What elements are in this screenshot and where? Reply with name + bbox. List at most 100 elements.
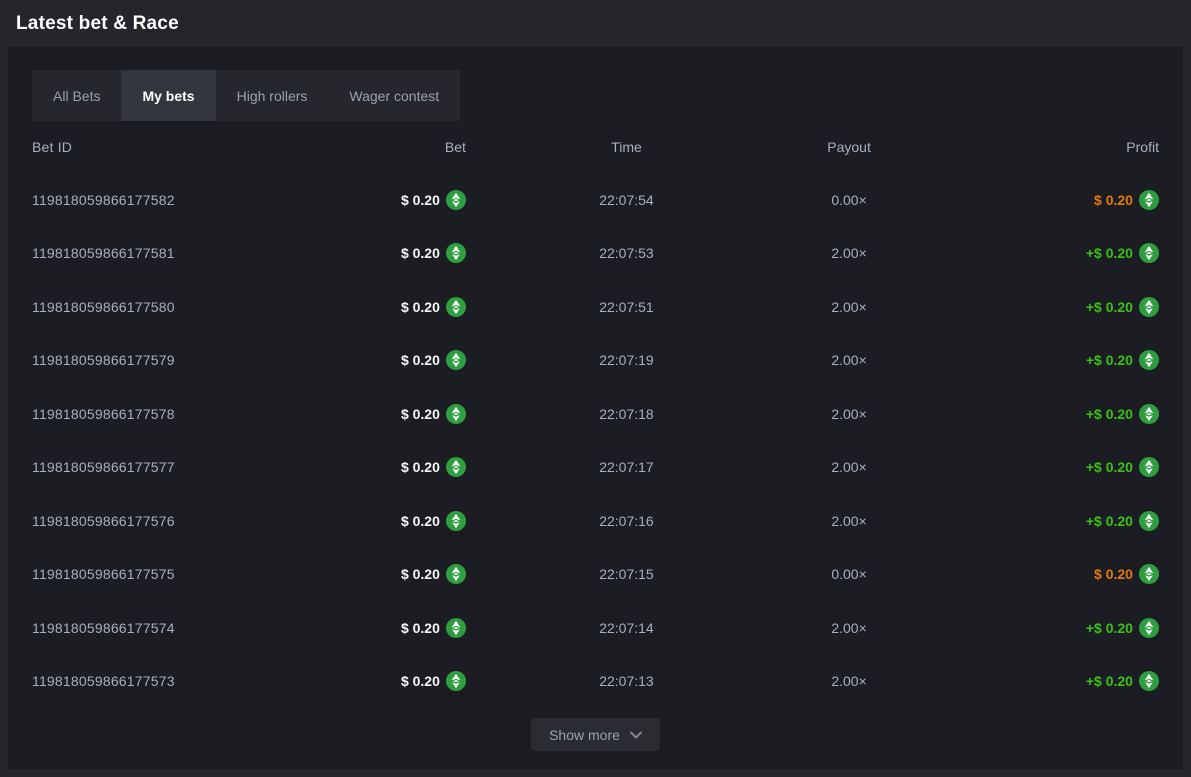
bet-id-cell: 119818059866177574 [32, 620, 302, 636]
bet-profit: +$ 0.20 [1086, 513, 1133, 529]
column-header-bet-id: Bet ID [32, 139, 302, 155]
bet-amount-cell: $ 0.20 [401, 404, 466, 424]
bet-amount-cell: $ 0.20 [401, 243, 466, 263]
bet-time-cell: 22:07:19 [466, 352, 787, 368]
bet-profit: +$ 0.20 [1086, 620, 1133, 636]
bets-panel: All Bets My bets High rollers Wager cont… [8, 47, 1183, 769]
bet-profit-cell: $ 0.20 [1094, 190, 1159, 210]
bet-profit: +$ 0.20 [1086, 352, 1133, 368]
ethereum-classic-coin-icon [1139, 457, 1159, 477]
bet-payout-cell: 0.00× [787, 192, 911, 208]
bet-time-cell: 22:07:53 [466, 245, 787, 261]
column-header-time: Time [466, 139, 787, 155]
bet-payout-cell: 2.00× [787, 352, 911, 368]
bet-profit: +$ 0.20 [1086, 406, 1133, 422]
bet-time-cell: 22:07:16 [466, 513, 787, 529]
table-header-row: Bet ID Bet Time Payout Profit [32, 121, 1159, 173]
bet-profit-cell: +$ 0.20 [1086, 618, 1159, 638]
ethereum-classic-coin-icon [1139, 350, 1159, 370]
ethereum-classic-coin-icon [1139, 564, 1159, 584]
bet-payout-cell: 0.00× [787, 566, 911, 582]
tab-my-bets[interactable]: My bets [121, 70, 215, 121]
bet-time-cell: 22:07:54 [466, 192, 787, 208]
bet-amount: $ 0.20 [401, 299, 440, 315]
table-row[interactable]: 119818059866177582 $ 0.20 22:07:54 0.00×… [32, 173, 1159, 227]
column-header-payout: Payout [787, 139, 911, 155]
table-row[interactable]: 119818059866177581 $ 0.20 22:07:53 2.00×… [32, 227, 1159, 281]
tab-label: High rollers [237, 88, 308, 104]
bet-amount-cell: $ 0.20 [401, 564, 466, 584]
bet-amount-cell: $ 0.20 [401, 457, 466, 477]
bet-payout-cell: 2.00× [787, 406, 911, 422]
bet-amount-cell: $ 0.20 [401, 618, 466, 638]
bet-profit: $ 0.20 [1094, 192, 1133, 208]
tab-label: Wager contest [349, 88, 439, 104]
bet-profit-cell: +$ 0.20 [1086, 457, 1159, 477]
chevron-down-icon [630, 731, 642, 739]
bet-profit: +$ 0.20 [1086, 673, 1133, 689]
tab-all-bets[interactable]: All Bets [32, 70, 121, 121]
bet-profit-cell: +$ 0.20 [1086, 671, 1159, 691]
ethereum-classic-coin-icon [446, 404, 466, 424]
ethereum-classic-coin-icon [446, 243, 466, 263]
ethereum-classic-coin-icon [446, 671, 466, 691]
ethereum-classic-coin-icon [446, 511, 466, 531]
page-title: Latest bet & Race [16, 13, 179, 35]
column-header-bet: Bet [302, 139, 465, 155]
tab-wager-contest[interactable]: Wager contest [328, 70, 460, 121]
bet-time-cell: 22:07:14 [466, 620, 787, 636]
bet-profit-cell: +$ 0.20 [1086, 297, 1159, 317]
bet-id-cell: 119818059866177573 [32, 673, 302, 689]
ethereum-classic-coin-icon [446, 457, 466, 477]
bet-amount: $ 0.20 [401, 566, 440, 582]
tab-label: All Bets [53, 88, 100, 104]
bet-profit: +$ 0.20 [1086, 299, 1133, 315]
bet-time-cell: 22:07:13 [466, 673, 787, 689]
bet-amount-cell: $ 0.20 [401, 671, 466, 691]
bet-time-cell: 22:07:17 [466, 459, 787, 475]
show-more-label: Show more [549, 727, 620, 743]
table-row[interactable]: 119818059866177577 $ 0.20 22:07:17 2.00×… [32, 441, 1159, 495]
ethereum-classic-coin-icon [1139, 190, 1159, 210]
ethereum-classic-coin-icon [1139, 243, 1159, 263]
tab-high-rollers[interactable]: High rollers [216, 70, 329, 121]
bet-id-cell: 119818059866177579 [32, 352, 302, 368]
table-row[interactable]: 119818059866177578 $ 0.20 22:07:18 2.00×… [32, 387, 1159, 441]
table-row[interactable]: 119818059866177575 $ 0.20 22:07:15 0.00×… [32, 548, 1159, 602]
bet-id-cell: 119818059866177577 [32, 459, 302, 475]
table-row[interactable]: 119818059866177573 $ 0.20 22:07:13 2.00×… [32, 655, 1159, 709]
show-more-button[interactable]: Show more [531, 718, 660, 751]
table-row[interactable]: 119818059866177574 $ 0.20 22:07:14 2.00×… [32, 601, 1159, 655]
bet-amount-cell: $ 0.20 [401, 190, 466, 210]
bet-id-cell: 119818059866177582 [32, 192, 302, 208]
bet-payout-cell: 2.00× [787, 620, 911, 636]
table-body: 119818059866177582 $ 0.20 22:07:54 0.00×… [32, 173, 1159, 708]
bet-profit: +$ 0.20 [1086, 459, 1133, 475]
bet-id-cell: 119818059866177575 [32, 566, 302, 582]
bet-id-cell: 119818059866177580 [32, 299, 302, 315]
ethereum-classic-coin-icon [446, 564, 466, 584]
table-row[interactable]: 119818059866177580 $ 0.20 22:07:51 2.00×… [32, 280, 1159, 334]
ethereum-classic-coin-icon [1139, 511, 1159, 531]
ethereum-classic-coin-icon [1139, 297, 1159, 317]
bet-profit-cell: +$ 0.20 [1086, 511, 1159, 531]
bet-profit-cell: +$ 0.20 [1086, 350, 1159, 370]
column-header-profit: Profit [911, 139, 1159, 155]
bet-payout-cell: 2.00× [787, 513, 911, 529]
ethereum-classic-coin-icon [446, 618, 466, 638]
title-bar: Latest bet & Race [0, 0, 1191, 47]
bet-amount: $ 0.20 [401, 192, 440, 208]
tabs: All Bets My bets High rollers Wager cont… [32, 70, 460, 121]
bet-amount: $ 0.20 [401, 245, 440, 261]
ethereum-classic-coin-icon [1139, 671, 1159, 691]
bet-amount: $ 0.20 [401, 513, 440, 529]
bet-id-cell: 119818059866177578 [32, 406, 302, 422]
bet-amount-cell: $ 0.20 [401, 350, 466, 370]
bet-id-cell: 119818059866177576 [32, 513, 302, 529]
table-row[interactable]: 119818059866177576 $ 0.20 22:07:16 2.00×… [32, 494, 1159, 548]
bet-amount-cell: $ 0.20 [401, 297, 466, 317]
table-row[interactable]: 119818059866177579 $ 0.20 22:07:19 2.00×… [32, 334, 1159, 388]
bet-payout-cell: 2.00× [787, 673, 911, 689]
bet-profit: $ 0.20 [1094, 566, 1133, 582]
bet-id-cell: 119818059866177581 [32, 245, 302, 261]
